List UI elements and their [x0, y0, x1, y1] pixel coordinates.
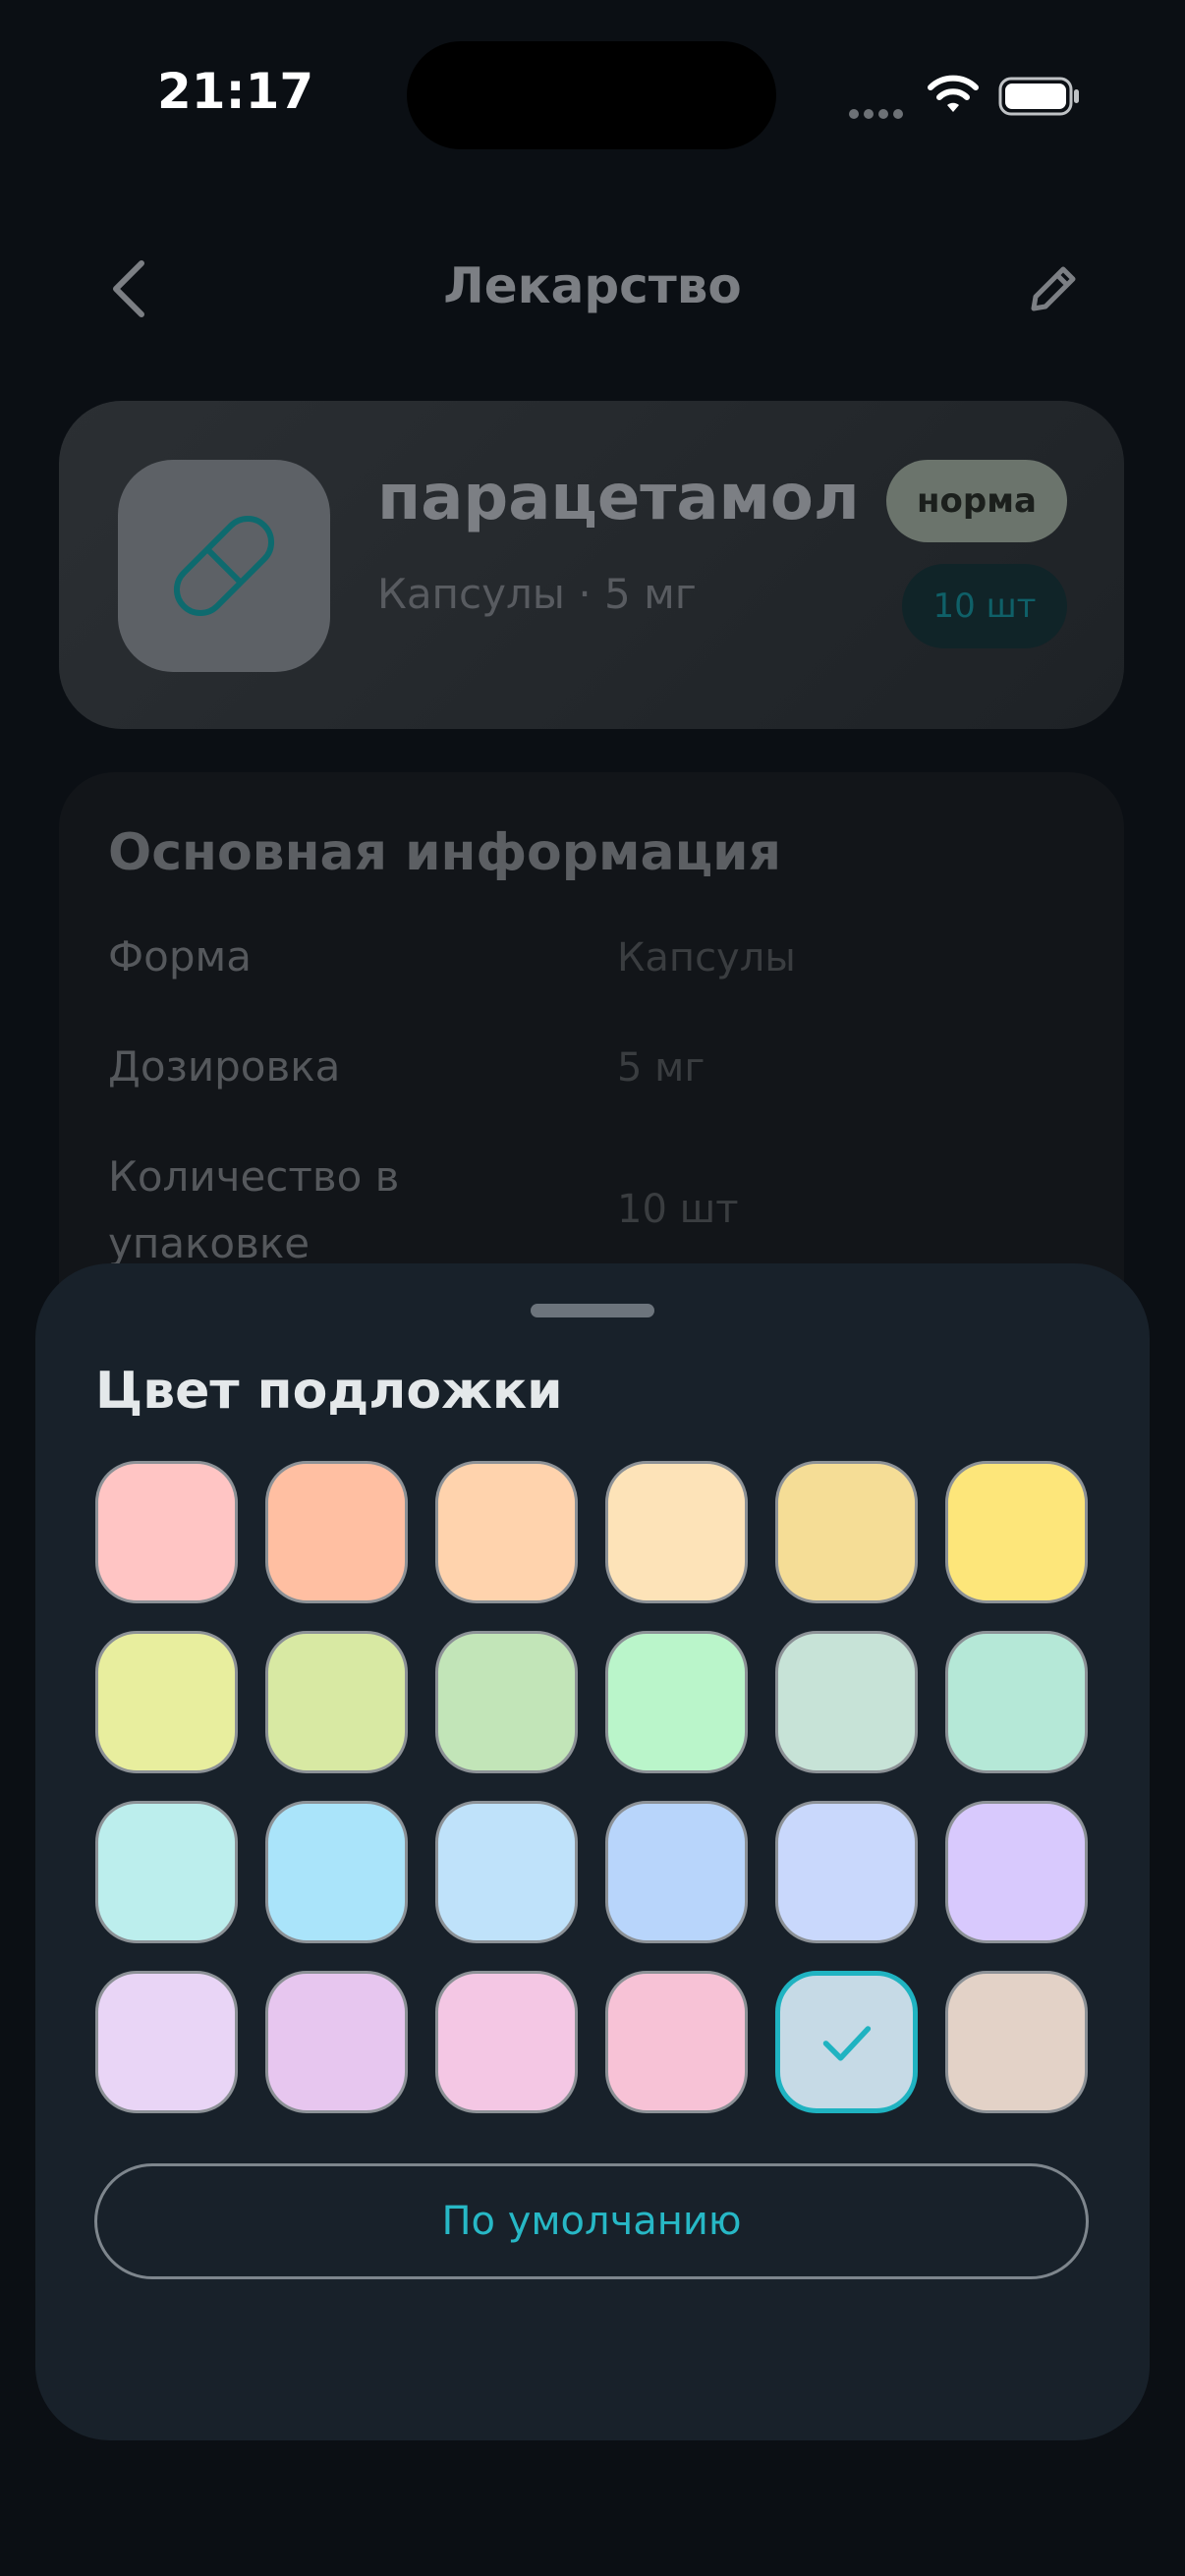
- color-swatch[interactable]: [605, 1801, 748, 1943]
- info-label-form: Форма: [108, 932, 252, 980]
- capsule-icon: [173, 515, 275, 617]
- color-swatch[interactable]: [265, 1631, 408, 1773]
- medicine-name: парацетамол: [377, 462, 860, 534]
- color-swatch[interactable]: [945, 1461, 1088, 1603]
- signal-dots-icon: [849, 104, 908, 119]
- color-swatch[interactable]: [945, 1971, 1088, 2113]
- battery-icon: [998, 77, 1079, 116]
- default-color-button[interactable]: По умолчанию: [94, 2163, 1089, 2279]
- info-label-dosage: Дозировка: [108, 1042, 341, 1091]
- color-swatch[interactable]: [95, 1631, 238, 1773]
- color-swatch[interactable]: [265, 1971, 408, 2113]
- color-swatch[interactable]: [435, 1801, 578, 1943]
- color-swatch[interactable]: [605, 1631, 748, 1773]
- color-swatch[interactable]: [605, 1971, 748, 2113]
- color-swatch[interactable]: [945, 1631, 1088, 1773]
- sheet-title: Цвет подложки: [95, 1362, 563, 1421]
- info-label-package-qty: Количество в упаковке: [108, 1152, 400, 1267]
- color-swatch[interactable]: [95, 1801, 238, 1943]
- info-value-package-qty: 10 шт: [617, 1187, 739, 1232]
- info-value-form: Капсулы: [617, 935, 796, 980]
- edit-pencil-icon[interactable]: [1022, 257, 1085, 320]
- status-time: 21:17: [157, 63, 314, 120]
- quantity-badge: 10 шт: [902, 564, 1067, 648]
- page-title: Лекарство: [443, 257, 742, 314]
- status-badge: норма: [886, 460, 1067, 542]
- color-swatch[interactable]: [95, 1971, 238, 2113]
- info-title: Основная информация: [108, 823, 781, 882]
- color-swatch[interactable]: [265, 1801, 408, 1943]
- color-swatch[interactable]: [605, 1461, 748, 1603]
- color-swatch[interactable]: [775, 1971, 918, 2113]
- wifi-icon: [928, 75, 979, 112]
- dynamic-island: [407, 41, 776, 149]
- color-swatch[interactable]: [265, 1461, 408, 1603]
- color-swatch[interactable]: [435, 1971, 578, 2113]
- checkmark-icon: [822, 2026, 872, 2061]
- sheet-drag-handle[interactable]: [531, 1304, 654, 1317]
- color-swatch[interactable]: [435, 1461, 578, 1603]
- color-swatch[interactable]: [775, 1801, 918, 1943]
- info-value-dosage: 5 мг: [617, 1045, 705, 1091]
- color-swatch[interactable]: [775, 1461, 918, 1603]
- color-swatch[interactable]: [95, 1461, 238, 1603]
- color-swatch[interactable]: [945, 1801, 1088, 1943]
- color-swatch[interactable]: [435, 1631, 578, 1773]
- color-swatch[interactable]: [775, 1631, 918, 1773]
- medicine-subtitle: Капсулы · 5 мг: [377, 570, 697, 618]
